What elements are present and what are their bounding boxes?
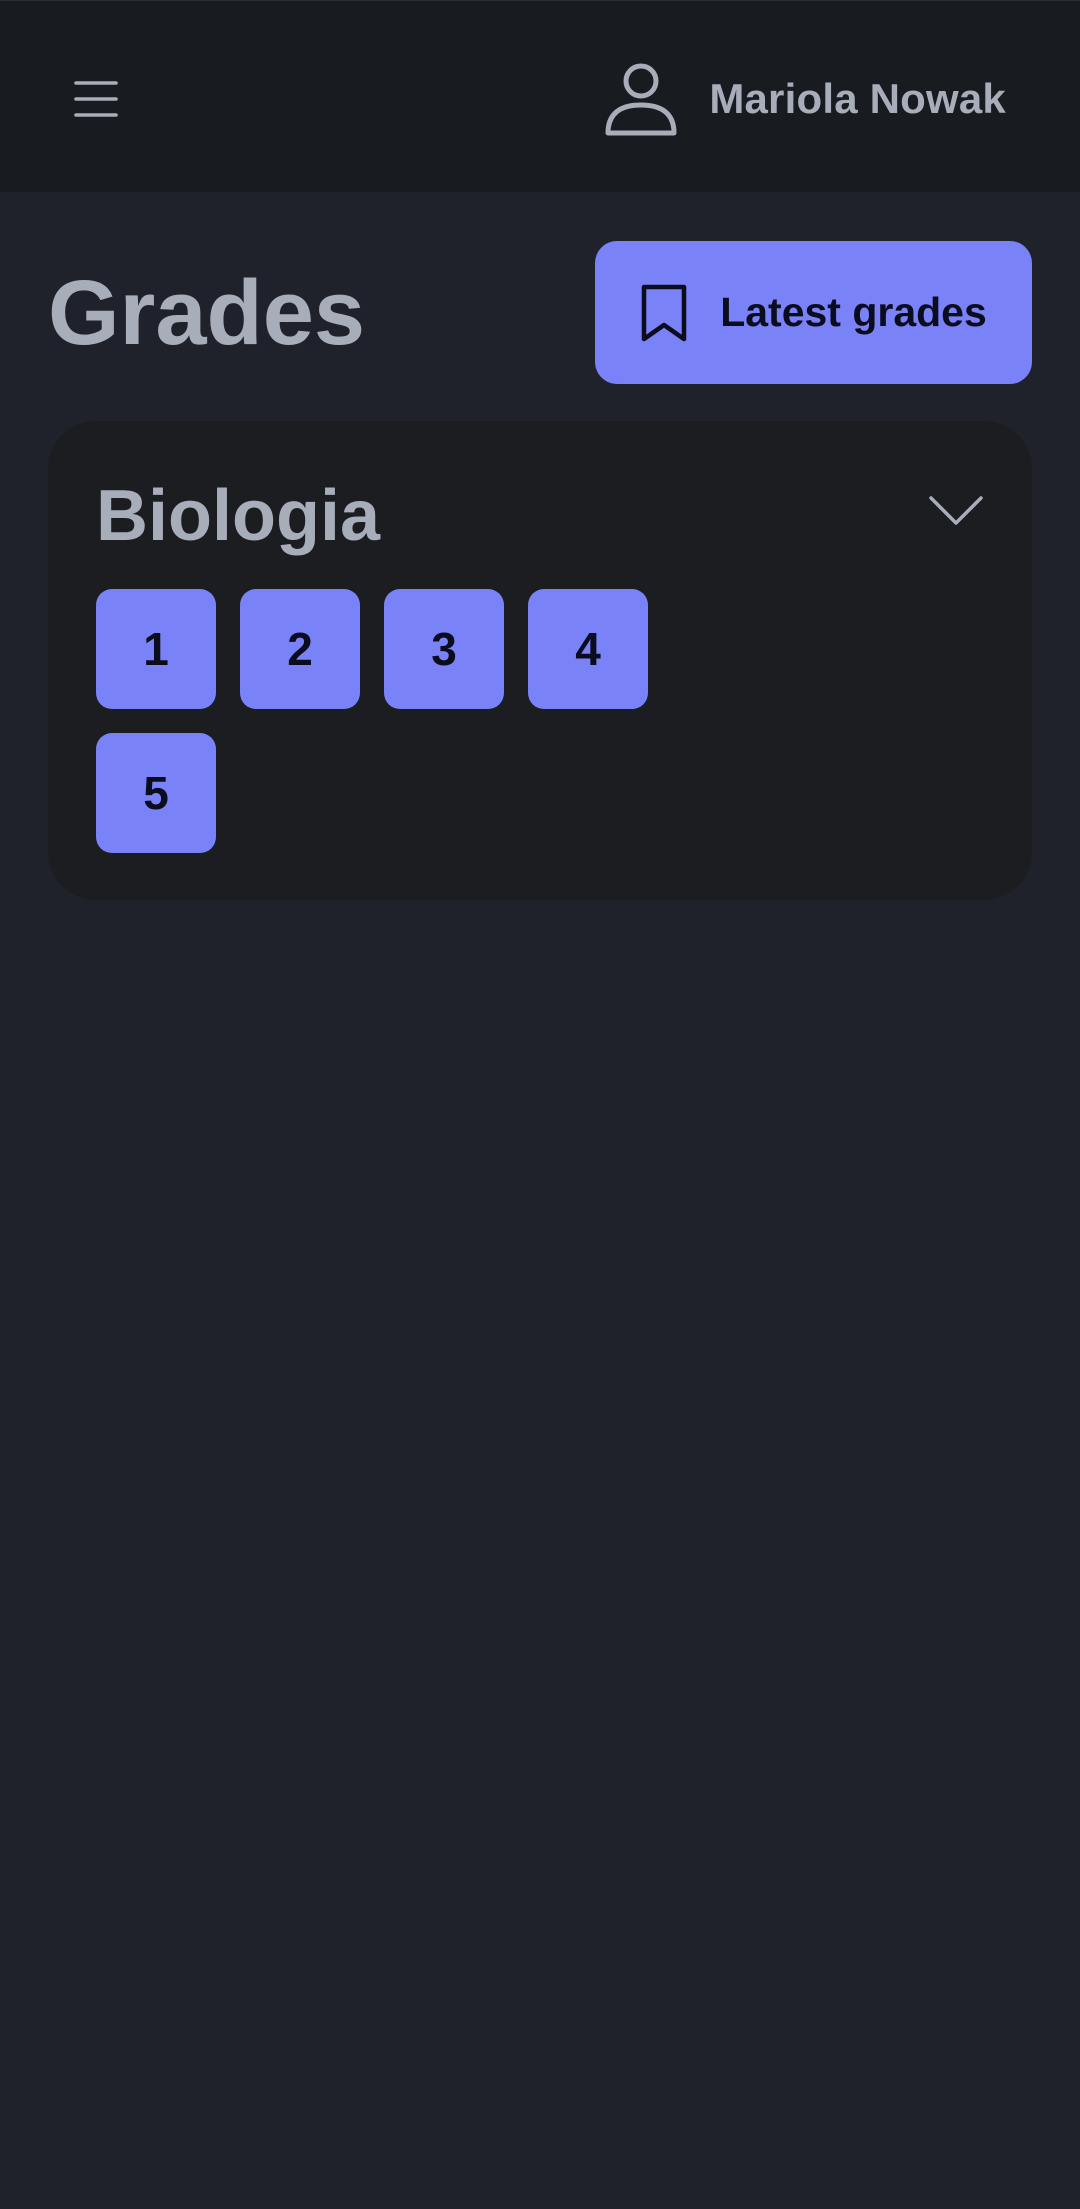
bookmark-icon — [640, 283, 688, 343]
grade-chip[interactable]: 3 — [384, 589, 504, 709]
user-icon — [603, 61, 679, 137]
subject-title: Biologia — [96, 476, 380, 556]
grade-list: 1 2 3 4 5 — [96, 589, 696, 853]
latest-grades-button[interactable]: Latest grades — [595, 241, 1032, 384]
grade-chip[interactable]: 1 — [96, 589, 216, 709]
top-app-bar: Mariola Nowak — [0, 0, 1080, 192]
grade-chip[interactable]: 2 — [240, 589, 360, 709]
hamburger-menu-icon — [74, 81, 118, 117]
user-profile[interactable]: Mariola Nowak — [603, 59, 1006, 139]
menu-button[interactable] — [60, 63, 132, 135]
grade-chip[interactable]: 4 — [528, 589, 648, 709]
expand-button[interactable] — [928, 491, 984, 531]
latest-grades-label: Latest grades — [720, 289, 987, 335]
page-title: Grades — [48, 262, 366, 364]
chevron-down-icon — [929, 496, 983, 525]
subject-card: Biologia 1 2 3 4 5 — [48, 421, 1032, 900]
user-name: Mariola Nowak — [709, 75, 1006, 122]
grade-chip[interactable]: 5 — [96, 733, 216, 853]
